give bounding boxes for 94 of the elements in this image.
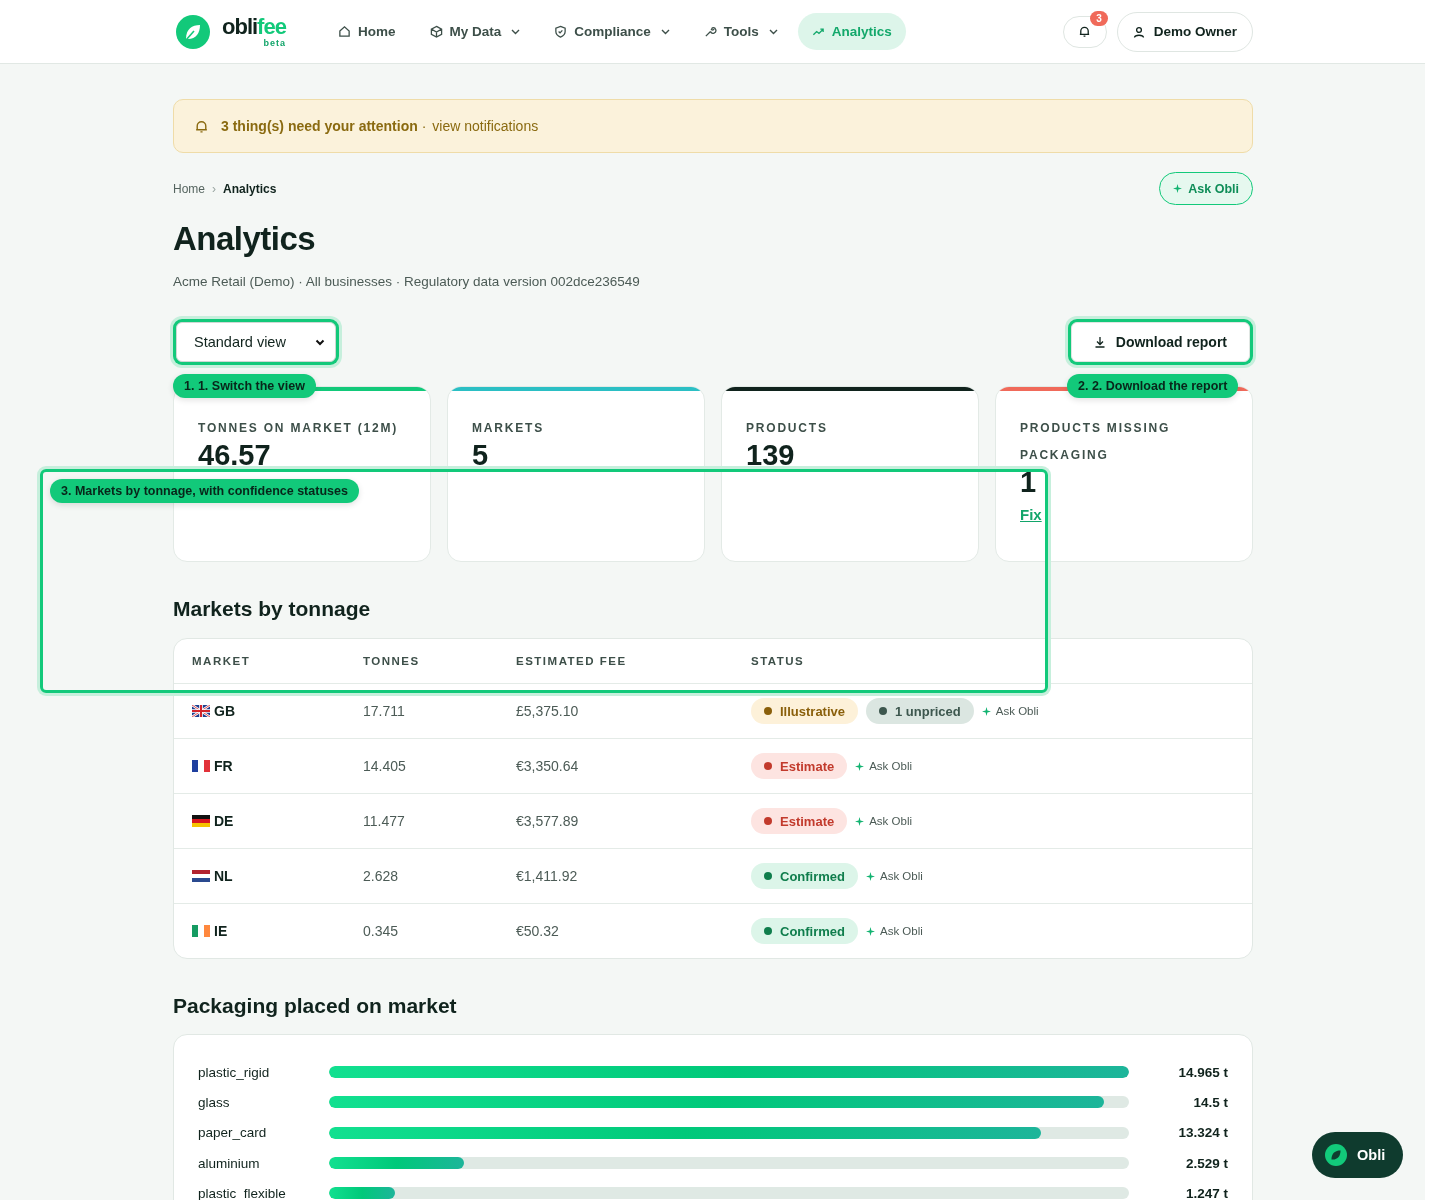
market-code: GB [214,703,235,719]
caret-icon [768,28,778,35]
column-header: STATUS [751,655,806,667]
tonnes-cell-text: 11.477 [363,813,406,829]
status-badge: 1 unpriced [866,698,974,724]
sparkle-icon [866,926,875,936]
beta-tag: beta [263,38,286,48]
caret-icon [660,28,670,35]
sparkle-icon [855,816,865,826]
stat-value: 139 [746,442,796,469]
bell-icon [1078,25,1092,38]
status-badge: Illustrative [751,698,859,724]
uk-flag-icon [192,705,210,717]
stat-label: TONNES ON MARKET (12M) [198,420,400,437]
breadcrumb-link[interactable]: Home [173,181,205,196]
market-code: NL [214,868,233,884]
ireland-flag-icon [192,925,210,937]
stat-label: MARKETS [472,420,545,437]
material-label: glass [198,1094,231,1110]
market-code: IE [214,923,228,939]
tonnes-cell-text: 2.628 [363,868,400,884]
tonnage-value: 13.324 t [1177,1125,1228,1141]
caret-icon [511,28,521,35]
chevron-icon [315,338,325,346]
stat-value: 1 [1020,469,1038,496]
bell-icon [194,118,209,134]
fee-cell-text: €3,577.89 [516,813,580,829]
status-badge: Estimate [751,808,848,834]
status-badge: Confirmed [751,918,858,944]
logo-wordmark: oblifee [222,15,286,38]
sparkle-icon [855,761,865,771]
stat-label: PRODUCTS MISSING PACKAGING [1020,420,1172,464]
fee-cell-text: €50.32 [516,923,560,939]
nav-item[interactable]: Compliance [540,13,684,50]
tour-step-label: 1. 1. Switch the view [173,374,316,398]
breadcrumb-separator: › [212,181,216,196]
ask-obli-link[interactable]: Ask Obli [981,705,1039,717]
download-icon [1093,336,1106,348]
ask-obli-button[interactable]: Ask Obli [1159,172,1253,205]
stat-value: 46.57 [198,442,272,469]
attention-message: 3 thing(s) need your attention · [221,118,427,134]
obli-chat-button[interactable]: Obli [1312,1132,1404,1178]
leaf-icon [1325,1144,1347,1166]
material-label: plastic_rigid [198,1064,271,1080]
fee-cell-text: £5,375.10 [516,703,580,719]
material-label: plastic_flexible [198,1185,287,1200]
tour-step-label: 3. Markets by tonnage, with confidence statuses [50,479,359,503]
person-icon [1132,25,1145,38]
shield-icon [554,25,568,38]
tonnes-cell-text: 0.345 [363,923,400,939]
cube-icon [429,25,443,38]
tonnage-value: 14.965 t [1177,1064,1228,1080]
tonnage-value: 2.529 t [1184,1155,1228,1171]
stat-value: 5 [472,442,490,469]
status-badge: Confirmed [751,863,858,889]
section-heading: Packaging placed on market [173,993,458,1019]
tonnage-value: 1.247 t [1184,1185,1228,1200]
leaf-logo-icon[interactable] [176,14,210,49]
tonnage-value: 14.5 t [1192,1094,1228,1110]
page-title: Analytics [173,219,317,259]
germany-flag-icon [192,815,210,827]
view-notifications-link[interactable]: view notifications [432,118,539,134]
home-icon [338,25,351,38]
nav-item[interactable]: My Data [415,13,535,50]
nav-item[interactable]: Home [324,13,410,50]
tour-step-label: 2. 2. Download the report [1067,374,1239,398]
material-label: paper_card [198,1125,268,1141]
netherlands-flag-icon [192,870,210,882]
nav-item[interactable]: Tools [689,13,792,50]
notification-count: 3 [1090,10,1108,26]
tonnes-cell-text: 17.711 [363,703,406,719]
fee-cell-text: €1,411.92 [516,868,579,884]
ask-obli-link[interactable]: Ask Obli [855,760,913,772]
market-code: FR [214,758,233,774]
breadcrumb-link[interactable]: Analytics [223,181,277,196]
ask-obli-link[interactable]: Ask Obli [866,925,923,937]
tonnes-cell-text: 14.405 [363,758,407,774]
page-subtitle: Acme Retail (Demo) · All businesses · Regulatory data version 002dce236549 [173,273,641,291]
stat-label: PRODUCTS [746,420,829,437]
material-label: aluminium [198,1155,261,1171]
fee-cell-text: €3,350.64 [516,758,580,774]
sparkle-icon [981,706,991,716]
column-header: ESTIMATED FEE [516,655,628,667]
ask-obli-link[interactable]: Ask Obli [866,870,923,882]
section-heading: Markets by tonnage [173,596,372,622]
status-badge: Estimate [751,753,848,779]
market-code: DE [214,813,234,829]
ask-obli-link[interactable]: Ask Obli [855,815,913,827]
column-header: TONNES [363,655,421,667]
column-header: MARKET [192,655,252,667]
sparkle-icon [866,871,875,881]
france-flag-icon [192,760,210,772]
sparkle-icon [1173,184,1183,193]
user-menu-button[interactable]: Demo Owner [1116,11,1253,52]
